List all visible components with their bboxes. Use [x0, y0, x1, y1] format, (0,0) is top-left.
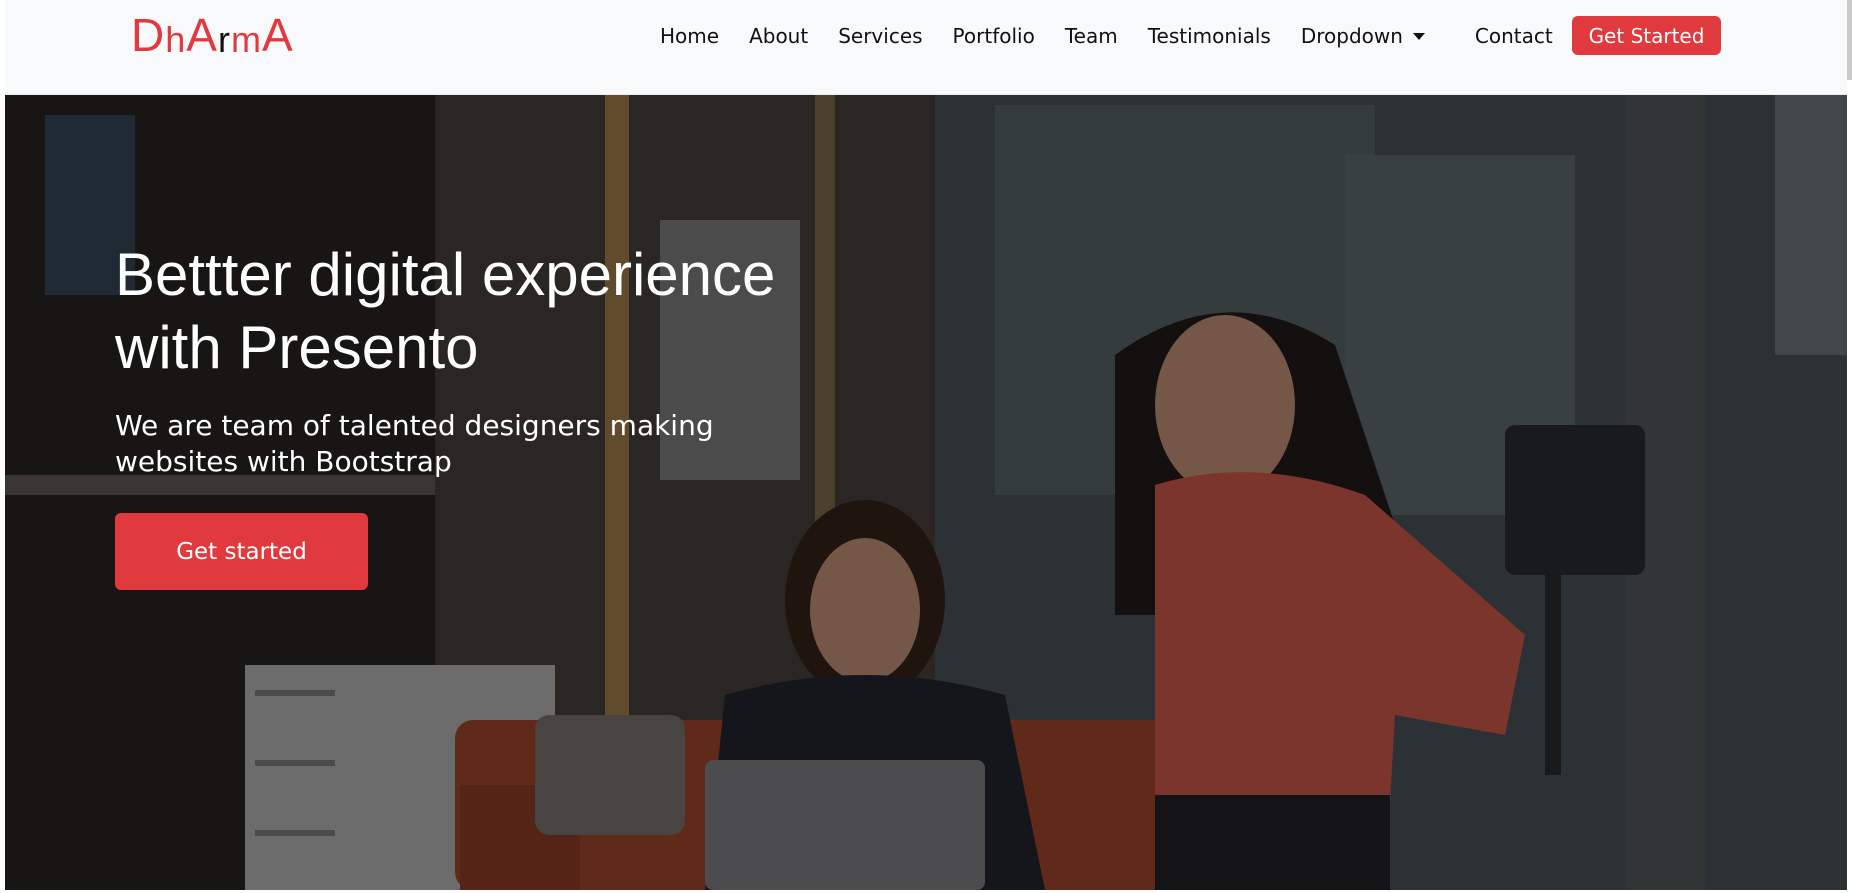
hero-title-line: Bettter digital experience	[115, 241, 776, 308]
logo-letter: h	[165, 19, 187, 60]
nav-link-about[interactable]: About	[749, 24, 808, 48]
main-nav: Home About Services Portfolio Team Testi…	[660, 0, 1583, 72]
hero-dark-overlay	[5, 95, 1847, 890]
hero-title: Bettter digital experience with Presento	[115, 238, 1015, 384]
logo-letter: m	[230, 19, 262, 60]
nav-link-contact[interactable]: Contact	[1475, 24, 1553, 48]
site-header: D h A r m A Home About Services Portfoli…	[5, 0, 1847, 95]
hero-title-line: with Presento	[115, 314, 479, 381]
nav-dropdown-toggle[interactable]: Dropdown	[1301, 24, 1425, 48]
nav-link-services[interactable]: Services	[838, 24, 922, 48]
page-frame: D h A r m A Home About Services Portfoli…	[5, 0, 1847, 890]
nav-link-testimonials[interactable]: Testimonials	[1148, 24, 1271, 48]
logo-letter: r	[217, 19, 231, 60]
brand-logo[interactable]: D h A r m A	[131, 10, 294, 58]
caret-down-icon	[1412, 32, 1425, 40]
logo-letter: A	[186, 9, 218, 61]
nav-link-portfolio[interactable]: Portfolio	[953, 24, 1035, 48]
hero-subtitle: We are team of talented designers making…	[115, 408, 835, 480]
get-started-hero-button[interactable]: Get started	[115, 513, 368, 590]
logo-letter: A	[261, 9, 294, 61]
nav-link-home[interactable]: Home	[660, 24, 719, 48]
scrollbar[interactable]	[1847, 0, 1852, 80]
logo-letter: D	[131, 9, 166, 61]
nav-link-team[interactable]: Team	[1065, 24, 1118, 48]
hero-subtitle-line: websites with Bootstrap	[115, 445, 452, 478]
get-started-nav-button[interactable]: Get Started	[1572, 16, 1721, 55]
hero-section: Bettter digital experience with Presento…	[5, 95, 1847, 890]
nav-dropdown-label: Dropdown	[1300, 24, 1403, 48]
hero-subtitle-line: We are team of talented designers making	[115, 409, 714, 442]
